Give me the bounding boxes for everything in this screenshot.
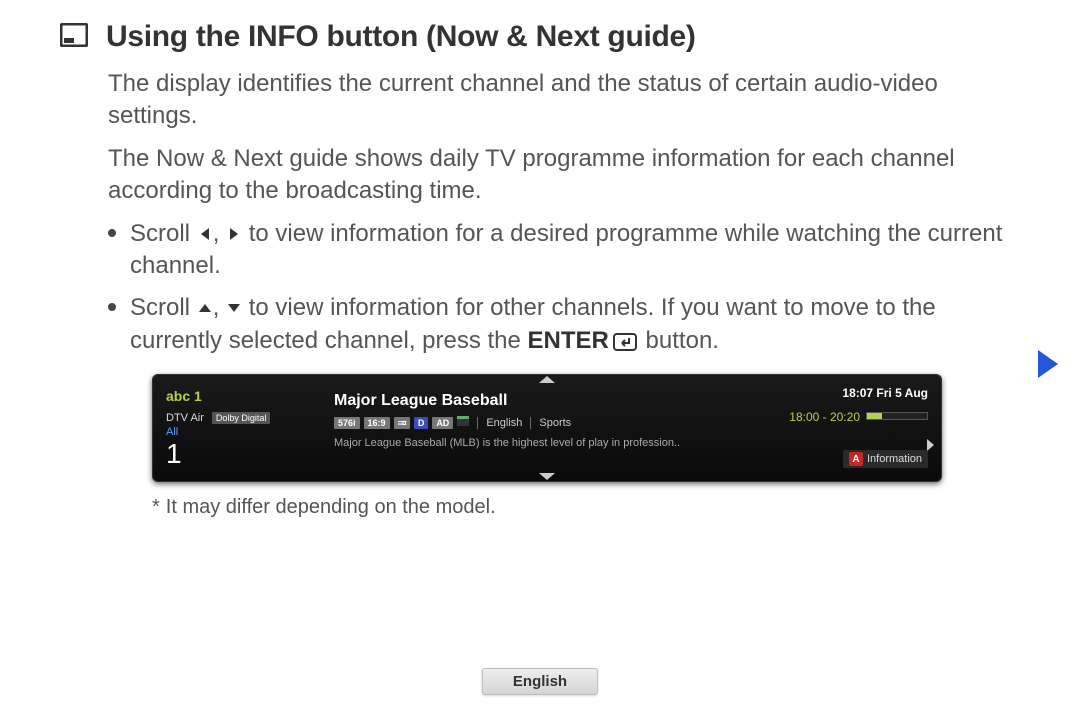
intro-para-2: The Now & Next guide shows daily TV prog… [108,143,1030,208]
dolby-badge: Dolby Digital [212,412,271,424]
comma: , [213,220,226,247]
audio-lang: English [486,417,522,429]
bullet2-pre: Scroll [130,294,197,321]
arrow-left-icon [197,226,213,242]
red-a-key-icon: A [849,452,863,466]
bullet1-text: to view information for a desired progra… [130,220,1002,279]
progress-fill [867,413,882,419]
information-label: Information [867,453,922,465]
programme-timespan: 18:00 - 20:20 [789,410,860,424]
info-osd-panel: abc 1 DTV Air Dolby Digital All 1 Major … [152,374,942,482]
signal-type: DTV Air [166,412,204,424]
bullet2-post: button. [639,327,719,354]
separator [530,417,531,429]
d-badge: D [414,417,429,429]
programme-description: Major League Baseball (MLB) is the highe… [334,437,740,449]
subtitle-badge: ≡¤ [394,417,410,429]
language-tab[interactable]: English [482,668,598,695]
bullet-scroll-lr: Scroll , to view information for a desir… [108,218,1030,283]
footnote-text: It may differ depending on the model. [166,496,496,518]
enter-label: ENTER [528,327,609,354]
bullet-dot-icon [108,229,116,237]
programme-badges: 576i 16:9 ≡¤ D AD English Sports [334,416,740,429]
programme-title: Major League Baseball [334,392,740,410]
separator [477,417,478,429]
page-next-arrow-icon[interactable] [1038,350,1058,378]
ad-badge: AD [432,417,453,429]
chevron-up-icon[interactable] [539,376,555,383]
intro-para-1: The display identifies the current chann… [108,68,1030,133]
enter-icon [613,328,637,360]
all-link[interactable]: All [166,426,316,438]
comma: , [213,294,226,321]
channel-number: 1 [166,440,316,468]
arrow-down-icon [226,300,242,316]
page-title: Using the INFO button (Now & Next guide) [106,20,696,54]
aspect-badge: 16:9 [364,417,390,429]
progress-bar [866,412,928,420]
footnote: * It may differ depending on the model. [152,496,1030,519]
arrow-up-icon [197,300,213,316]
bullet-dot-icon [108,303,116,311]
chevron-down-icon[interactable] [539,473,555,480]
information-button[interactable]: A Information [843,450,928,468]
section-icon [60,23,88,52]
chevron-right-icon[interactable] [927,439,934,451]
arrow-right-icon [226,226,242,242]
genre: Sports [539,417,571,429]
bullet-scroll-ud: Scroll , to view information for other c… [108,292,1030,360]
channel-name: abc 1 [166,388,316,404]
asterisk-icon: * [152,496,160,518]
bullet1-pre: Scroll [130,220,197,247]
resolution-badge: 576i [334,417,360,429]
clock: 18:07 Fri 5 Aug [842,386,928,400]
color-swatch-icon [457,416,469,429]
